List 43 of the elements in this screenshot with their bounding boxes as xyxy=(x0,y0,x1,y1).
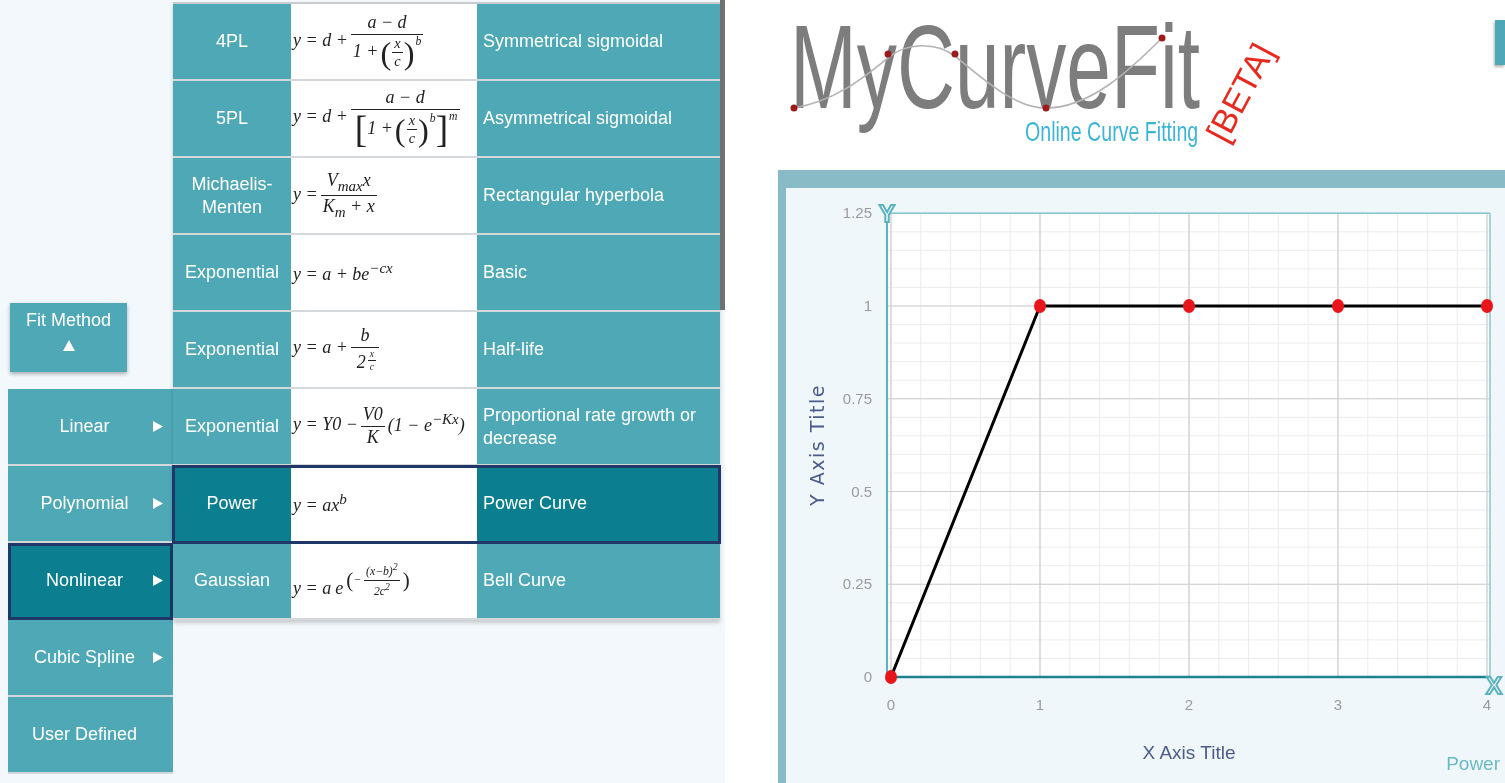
axis-tick-label: 3 xyxy=(1333,696,1343,713)
fit-method-row[interactable]: Power y = ax$^{b}$ Power Curve xyxy=(173,466,720,543)
axis-tick-label: 1 xyxy=(863,297,872,314)
axis-tick-label: 0 xyxy=(886,696,896,713)
table-cell: Asymmetrical sigmoidal xyxy=(477,81,720,156)
table-cell: Gaussian xyxy=(173,543,291,618)
formula: y = V$_{max}$x K$_{m}$ + x xyxy=(293,170,378,221)
formula: y = a + be$^{−cx}$ xyxy=(293,260,393,285)
table-cell: 5PL xyxy=(173,81,291,156)
axis-tick-label: 2 xyxy=(1184,696,1194,713)
table-cell: Exponential xyxy=(173,235,291,310)
table-cell: Michaelis-Menten xyxy=(173,158,291,233)
axis-tick-label: 1.25 xyxy=(842,204,872,222)
table-cell: Power xyxy=(173,466,291,541)
table-cell: 4PL xyxy=(173,4,291,79)
table-cell: Symmetrical sigmoidal xyxy=(477,4,720,79)
data-point[interactable] xyxy=(1481,299,1493,313)
table-cell: Exponential xyxy=(173,312,291,387)
fit-method-row[interactable]: Exponential y = a + be$^{−cx}$ Basic xyxy=(173,235,720,312)
data-point[interactable] xyxy=(1183,299,1195,313)
axis-tick-label: 0.5 xyxy=(851,482,872,500)
formula: y = ax$^{b}$ xyxy=(293,491,347,516)
data-point[interactable] xyxy=(1034,299,1046,313)
table-cell: Rectangular hyperbola xyxy=(477,158,720,233)
table-cell: Exponential xyxy=(173,389,291,464)
legend-label: Power xyxy=(1446,753,1500,774)
table-cell: Half-life xyxy=(477,312,720,387)
axis-tick-label: 0.75 xyxy=(842,389,872,407)
axis-tick-label: 0 xyxy=(863,668,872,685)
data-point[interactable] xyxy=(1332,299,1344,313)
menu-item[interactable]: Nonlinear xyxy=(8,543,173,620)
scrollbar-thumb[interactable] xyxy=(720,0,725,310)
axis-tick-label: 0.25 xyxy=(842,575,872,593)
table-cell: Power Curve xyxy=(477,466,720,541)
fit-method-row[interactable]: Michaelis-Menten y = V$_{max}$x K$_{m}$ + x Rectangular hyperbola xyxy=(173,158,720,235)
data-point[interactable] xyxy=(885,670,897,684)
axis-title: X Axis Title xyxy=(1142,742,1236,763)
table-cell: Basic xyxy=(477,235,720,310)
table-cell: Proportional rate growth or decrease xyxy=(477,389,720,464)
axis-tick-label: 4 xyxy=(1482,696,1492,713)
table-cell: Bell Curve xyxy=(477,543,720,618)
axis-tick-label: 1 xyxy=(1035,696,1045,713)
axis-title: Y Axis Title xyxy=(806,384,828,506)
